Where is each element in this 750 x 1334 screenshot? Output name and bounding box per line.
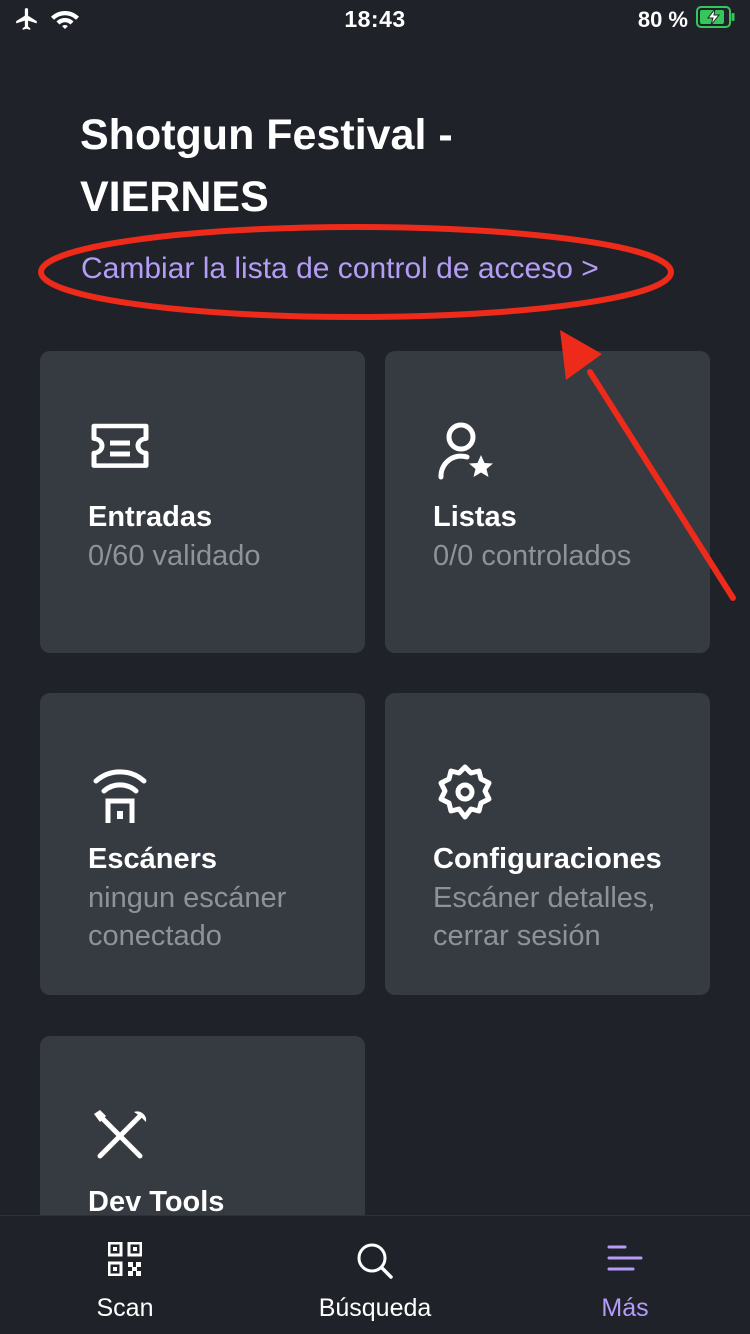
card-subtitle: 0/0 controlados xyxy=(433,540,632,572)
tab-label: Más xyxy=(601,1294,649,1322)
tab-label: Búsqueda xyxy=(318,1294,432,1322)
card-configuraciones[interactable]: Configuraciones Escáner detalles, cerrar… xyxy=(385,693,710,995)
card-title: Listas xyxy=(433,501,517,533)
card-subtitle: 0/60 validado xyxy=(88,540,261,572)
card-subtitle: Escáner detalles, cerrar sesión xyxy=(433,882,656,952)
change-access-list-link[interactable]: Cambiar la lista de control de acceso > xyxy=(81,252,599,286)
card-title: Configuraciones xyxy=(433,843,662,875)
tab-label: Scan xyxy=(96,1294,154,1322)
status-right: 80 % xyxy=(638,6,736,33)
card-escaners[interactable]: Escáners ningun escáner conectado xyxy=(40,693,365,995)
tab-busqueda[interactable]: Búsqueda xyxy=(250,1216,500,1334)
card-subtitle: ningun escáner conectado xyxy=(88,882,287,952)
card-listas[interactable]: Listas 0/0 controlados xyxy=(385,351,710,653)
page-title: Shotgun Festival - VIERNES xyxy=(80,111,453,221)
scanner-icon xyxy=(88,761,152,825)
user-star-icon xyxy=(433,419,497,483)
card-entradas[interactable]: Entradas 0/60 validado xyxy=(40,351,365,653)
app-screen: 18:43 80 % Shotgun Festival - VIERNES Ca… xyxy=(0,0,750,1334)
card-title: Entradas xyxy=(88,501,213,533)
battery-percent: 80 % xyxy=(637,6,688,32)
card-title: Escáners xyxy=(88,843,217,875)
tools-icon xyxy=(88,1104,152,1168)
battery-charging-icon xyxy=(696,6,736,33)
tab-mas[interactable]: Más xyxy=(500,1216,750,1334)
tab-scan[interactable]: Scan xyxy=(0,1216,250,1334)
qr-code-icon xyxy=(100,1242,150,1282)
status-bar: 18:43 80 % xyxy=(0,0,750,40)
tab-bar: Scan Búsqueda Más xyxy=(0,1215,750,1334)
gear-icon xyxy=(433,761,497,825)
menu-icon xyxy=(600,1242,650,1282)
search-icon xyxy=(350,1242,400,1282)
ticket-icon xyxy=(88,419,152,483)
